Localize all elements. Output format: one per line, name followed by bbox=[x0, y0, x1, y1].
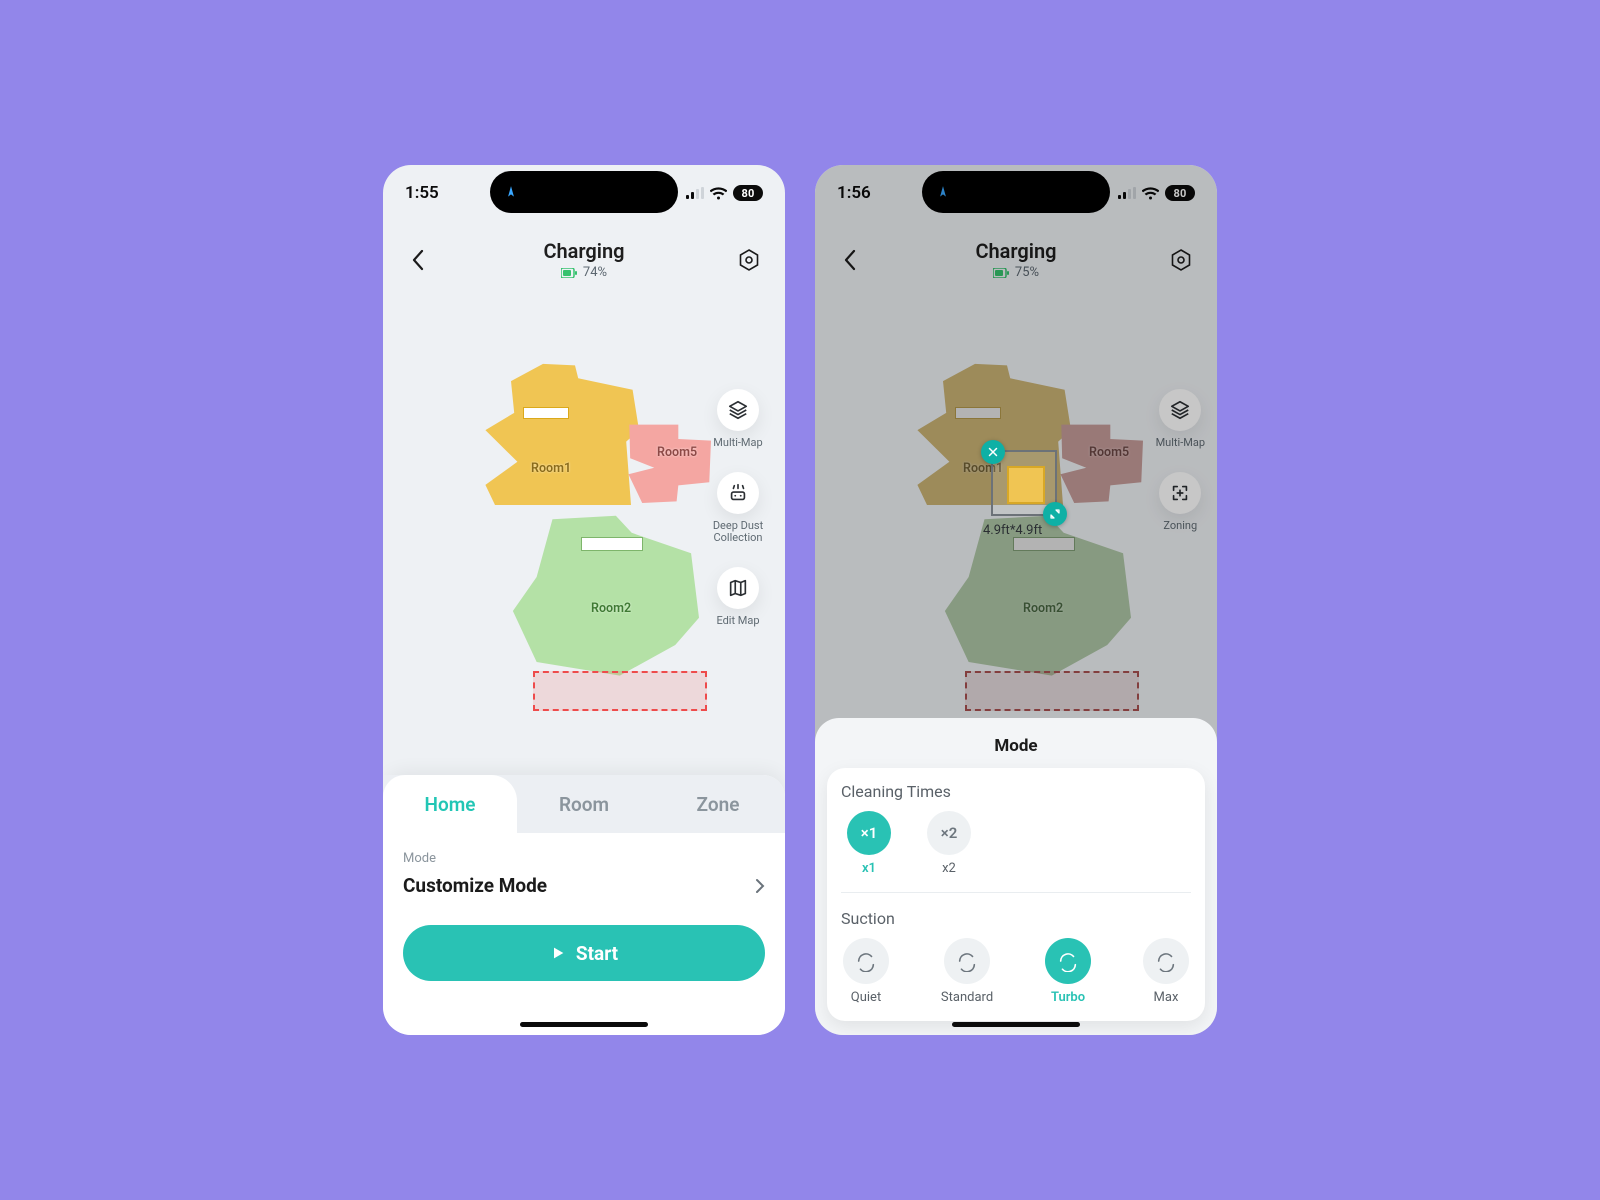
customize-mode-row[interactable]: Customize Mode bbox=[383, 866, 785, 903]
layers-icon bbox=[1169, 399, 1191, 421]
status-battery: 80 bbox=[1165, 185, 1195, 201]
zone-resize-handle[interactable] bbox=[1043, 502, 1067, 526]
nogo-zone[interactable] bbox=[965, 671, 1139, 711]
map-icon bbox=[727, 577, 749, 599]
tab-home[interactable]: Home bbox=[383, 775, 517, 833]
dust-icon bbox=[727, 482, 749, 504]
settings-icon bbox=[1169, 248, 1193, 272]
chevron-right-icon bbox=[755, 878, 765, 894]
battery-icon bbox=[993, 268, 1009, 278]
back-button[interactable] bbox=[831, 240, 871, 280]
battery-level: 75% bbox=[993, 265, 1039, 280]
cycle-icon bbox=[956, 950, 978, 972]
close-icon bbox=[987, 446, 999, 458]
room-2-label: Room2 bbox=[591, 601, 631, 616]
room-2-shape[interactable] bbox=[501, 509, 699, 679]
suction-section: Suction Quiet Standard Turbo bbox=[841, 909, 1191, 1005]
cleaning-times-section: Cleaning Times ×1 x1 ×2 x2 bbox=[841, 782, 1191, 876]
status-battery: 80 bbox=[733, 185, 763, 201]
phone-screen-home: 1:55 80 Charging 74% Room1 Roo bbox=[383, 165, 785, 1035]
status-bar: 1:55 80 bbox=[383, 175, 785, 211]
phone-screen-mode-panel: 1:56 80 Charging 75% Room1 Roo bbox=[815, 165, 1217, 1035]
customize-mode-value: Customize Mode bbox=[403, 874, 547, 897]
zone-delete-handle[interactable] bbox=[981, 440, 1005, 464]
multi-map-button[interactable]: Multi-Map bbox=[713, 389, 762, 450]
room-1-shape[interactable] bbox=[479, 361, 639, 505]
mode-bottom-sheet: Mode Cleaning Times ×1 x1 ×2 x2 Suction bbox=[815, 718, 1217, 1035]
play-icon bbox=[550, 945, 566, 961]
map-tool-column: Multi-Map Deep Dust Collection Edit Map bbox=[703, 389, 773, 628]
cellular-icon bbox=[686, 187, 704, 199]
multi-map-button[interactable]: Multi-Map bbox=[1156, 389, 1205, 450]
wifi-icon bbox=[710, 187, 727, 200]
tab-zone[interactable]: Zone bbox=[651, 775, 785, 833]
cycle-icon bbox=[1057, 950, 1079, 972]
tab-bar: Home Room Zone bbox=[383, 775, 785, 833]
back-button[interactable] bbox=[399, 240, 439, 280]
panel-title: Mode bbox=[827, 730, 1205, 768]
home-indicator[interactable] bbox=[520, 1022, 648, 1027]
home-indicator[interactable] bbox=[952, 1022, 1080, 1027]
layers-icon bbox=[727, 399, 749, 421]
bottom-sheet: Home Room Zone Mode Customize Mode Start bbox=[383, 775, 785, 1035]
cycle-icon bbox=[855, 950, 877, 972]
zone-dimensions: 4.9ft*4.9ft bbox=[983, 523, 1042, 538]
room-5-label: Room5 bbox=[657, 445, 697, 460]
deep-dust-button[interactable]: Deep Dust Collection bbox=[703, 472, 773, 545]
resize-icon bbox=[1049, 508, 1061, 520]
floor-map-image: Room1 Room5 Room2 bbox=[443, 345, 723, 725]
status-time: 1:56 bbox=[837, 183, 871, 203]
battery-level: 74% bbox=[561, 265, 607, 280]
app-header: Charging 74% bbox=[383, 239, 785, 280]
zoning-icon bbox=[1169, 482, 1191, 504]
chevron-left-icon bbox=[411, 249, 427, 271]
nogo-zone[interactable] bbox=[533, 671, 707, 711]
page-title: Charging bbox=[975, 239, 1056, 263]
room-5-shape[interactable] bbox=[1057, 423, 1143, 503]
zone-fill bbox=[1007, 466, 1045, 504]
wifi-icon bbox=[1142, 187, 1159, 200]
room-2-label: Room2 bbox=[1023, 601, 1063, 616]
suction-max[interactable]: Max bbox=[1143, 938, 1189, 1005]
tab-room[interactable]: Room bbox=[517, 775, 651, 833]
battery-icon bbox=[561, 268, 577, 278]
chevron-left-icon bbox=[843, 249, 859, 271]
zone-selection[interactable]: 4.9ft*4.9ft bbox=[991, 450, 1057, 516]
app-header: Charging 75% bbox=[815, 239, 1217, 280]
mode-card: Cleaning Times ×1 x1 ×2 x2 Suction bbox=[827, 768, 1205, 1021]
cycle-icon bbox=[1155, 950, 1177, 972]
settings-button[interactable] bbox=[1161, 240, 1201, 280]
status-bar: 1:56 80 bbox=[815, 175, 1217, 211]
room-1-label: Room1 bbox=[531, 461, 571, 476]
cleaning-times-x1[interactable]: ×1 x1 bbox=[847, 811, 891, 876]
zoning-button[interactable]: Zoning bbox=[1159, 472, 1201, 533]
suction-turbo[interactable]: Turbo bbox=[1045, 938, 1091, 1005]
map-tool-column: Multi-Map Zoning bbox=[1156, 389, 1205, 532]
suction-quiet[interactable]: Quiet bbox=[843, 938, 889, 1005]
status-time: 1:55 bbox=[405, 183, 439, 203]
page-title: Charging bbox=[543, 239, 624, 263]
room-5-label: Room5 bbox=[1089, 445, 1129, 460]
start-button[interactable]: Start bbox=[403, 925, 765, 981]
room-5-shape[interactable] bbox=[625, 423, 711, 503]
edit-map-button[interactable]: Edit Map bbox=[716, 567, 759, 628]
cellular-icon bbox=[1118, 187, 1136, 199]
settings-icon bbox=[737, 248, 761, 272]
divider bbox=[841, 892, 1191, 893]
settings-button[interactable] bbox=[729, 240, 769, 280]
mode-label: Mode bbox=[403, 851, 436, 866]
suction-standard[interactable]: Standard bbox=[941, 938, 993, 1005]
cleaning-times-x2[interactable]: ×2 x2 bbox=[927, 811, 971, 876]
